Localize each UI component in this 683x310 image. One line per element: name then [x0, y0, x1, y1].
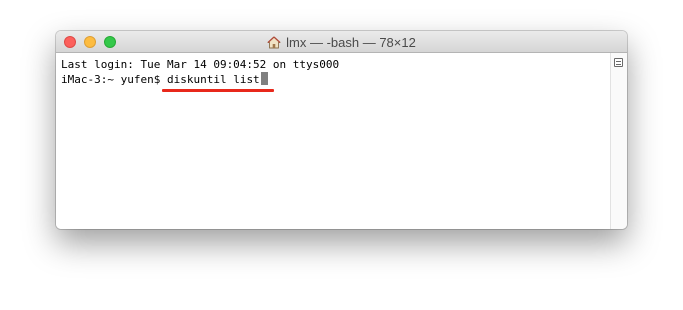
last-login-line: Last login: Tue Mar 14 09:04:52 on ttys0… [61, 58, 340, 71]
home-icon [267, 36, 281, 48]
scrollbar[interactable] [610, 53, 627, 229]
highlight-underline [161, 89, 274, 92]
window-title-group: lmx — -bash — 78×12 [56, 31, 627, 53]
command-text: diskuntil list [166, 73, 260, 86]
terminal-output[interactable]: Last login: Tue Mar 14 09:04:52 on ttys0… [56, 53, 610, 229]
command-line: iMac-3:~ yufen$ diskuntil list [61, 72, 610, 92]
terminal-window: lmx — -bash — 78×12 Last login: Tue Mar … [56, 31, 627, 229]
split-pane-icon[interactable] [614, 58, 623, 67]
text-cursor [260, 72, 268, 85]
title-bar[interactable]: lmx — -bash — 78×12 [56, 31, 627, 53]
typed-command: diskuntil list [161, 73, 274, 92]
shell-prompt: iMac-3:~ yufen$ [61, 73, 167, 86]
window-title: lmx — -bash — 78×12 [286, 34, 416, 50]
